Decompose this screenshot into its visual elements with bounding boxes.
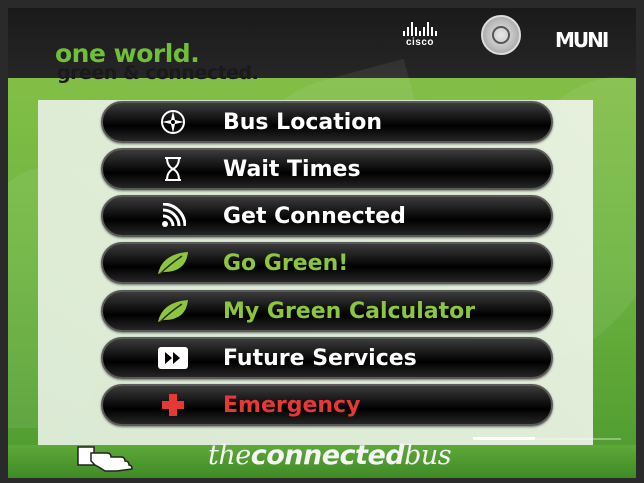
future-services-button[interactable]: Future Services [101,337,553,379]
bus-location-button[interactable]: Bus Location [101,101,553,143]
go-green-label: Go Green! [223,250,349,276]
city-seal-logo [481,15,521,55]
hourglass-icon [151,154,195,184]
touch-hand-icon [77,446,133,472]
leaf-icon [151,248,195,278]
my-green-calculator-label: My Green Calculator [223,298,476,324]
emergency-button[interactable]: Emergency [101,384,553,426]
bus-location-label: Bus Location [223,109,383,135]
emergency-label: Emergency [223,392,361,418]
slogan-line-2: green & connected. [57,62,259,84]
get-connected-label: Get Connected [223,203,406,229]
cisco-logo: cisco [395,22,445,48]
brand-connected: connected [250,440,405,471]
compass-icon [151,107,195,137]
fast-forward-icon [151,343,195,373]
progress-bar [473,436,621,442]
leaf-icon [151,296,195,326]
cisco-wordmark: cisco [405,37,435,48]
brand-the: the [208,440,251,471]
muni-logo: MUNI [555,28,609,52]
get-connected-button[interactable]: Get Connected [101,195,553,237]
progress-fill [473,437,536,440]
future-services-label: Future Services [223,345,417,371]
wifi-icon [151,201,195,231]
connected-bus-logo: theconnectedbus [208,440,452,471]
my-green-calculator-button[interactable]: My Green Calculator [101,290,553,332]
go-green-button[interactable]: Go Green! [101,242,553,284]
brand-bus: bus [404,440,452,471]
red-cross-icon [151,390,195,420]
wait-times-label: Wait Times [223,156,361,182]
wait-times-button[interactable]: Wait Times [101,148,553,190]
